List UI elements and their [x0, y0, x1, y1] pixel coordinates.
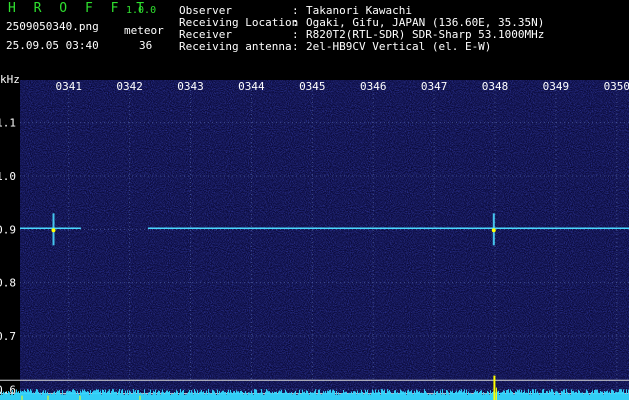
y-tick-label: 1.0	[0, 170, 16, 183]
y-tick-label: 0.9	[0, 223, 16, 236]
y-axis-label: kHz	[0, 73, 20, 86]
plot-noise	[20, 80, 629, 400]
meteor-head	[491, 228, 496, 233]
x-tick-label: 0342	[116, 80, 143, 93]
x-tick-label: 0344	[238, 80, 265, 93]
y-tick-label: 1.1	[0, 117, 16, 130]
x-tick-label: 0349	[543, 80, 570, 93]
y-tick-label: 0.6	[0, 383, 16, 396]
spectrogram-chart: 0341 0342 0343 0344 0345 0346 0347 0348 0349 0350…	[0, 73, 629, 400]
x-tick-label: 0346	[360, 80, 387, 93]
x-tick-label: 0341	[55, 80, 82, 93]
y-tick-label: 0.7	[0, 330, 16, 343]
x-tick-label: 0350	[604, 80, 629, 93]
meteor-head	[51, 228, 56, 233]
y-tick-label: 0.8	[0, 277, 16, 290]
x-tick-label: 0347	[421, 80, 448, 93]
x-tick-label: 0343	[177, 80, 204, 93]
x-tick-label: 0348	[482, 80, 509, 93]
x-tick-label: 0345	[299, 80, 326, 93]
